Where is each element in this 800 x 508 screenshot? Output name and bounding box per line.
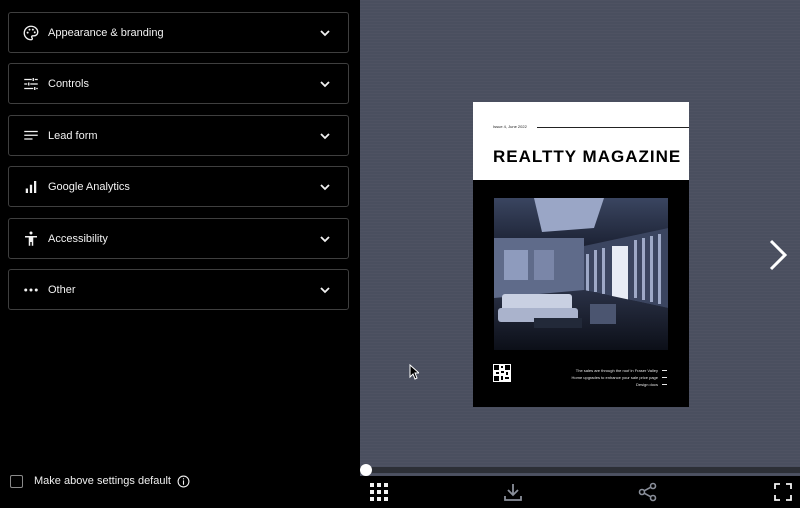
settings-panel: Appearance & branding Controls Lead form bbox=[0, 0, 360, 508]
section-label: Google Analytics bbox=[48, 181, 130, 193]
section-controls[interactable]: Controls bbox=[8, 63, 349, 104]
cover-headlines: The sales are through the roof in Fraser… bbox=[572, 367, 667, 388]
more-dots-icon bbox=[24, 288, 38, 292]
section-accessibility[interactable]: Accessibility bbox=[8, 218, 349, 259]
download-icon[interactable] bbox=[503, 482, 523, 502]
chevron-down-icon bbox=[320, 184, 330, 191]
flipbook-editor: Appearance & branding Controls Lead form bbox=[0, 0, 800, 508]
cover-header: Issue 4, June 2022 REALTTY MAGAZINE bbox=[473, 102, 689, 180]
section-label: Controls bbox=[48, 78, 89, 90]
fullscreen-icon[interactable] bbox=[773, 482, 793, 502]
sliders-icon bbox=[24, 78, 38, 90]
chevron-down-icon bbox=[320, 287, 330, 294]
section-google-analytics[interactable]: Google Analytics bbox=[8, 166, 349, 207]
chevron-down-icon bbox=[320, 236, 330, 243]
mouse-pointer-icon bbox=[409, 364, 419, 380]
cover-title: REALTTY MAGAZINE bbox=[493, 147, 682, 166]
default-settings-label[interactable]: Make above settings default bbox=[34, 475, 171, 487]
section-lead-form[interactable]: Lead form bbox=[8, 115, 349, 156]
viewer-toolbar bbox=[360, 476, 800, 508]
chevron-down-icon bbox=[320, 81, 330, 88]
grid-view-icon[interactable] bbox=[369, 482, 389, 502]
qr-code-icon bbox=[493, 364, 511, 382]
section-appearance-branding[interactable]: Appearance & branding bbox=[8, 12, 349, 53]
cover-issue: Issue 4, June 2022 bbox=[493, 124, 527, 129]
section-label: Other bbox=[48, 284, 76, 296]
palette-icon bbox=[23, 25, 39, 41]
section-label: Appearance & branding bbox=[48, 27, 164, 39]
chevron-down-icon bbox=[320, 30, 330, 37]
cover-headline: Design docs bbox=[572, 381, 667, 388]
cover-interior-photo bbox=[494, 198, 668, 350]
cover-rule bbox=[537, 127, 689, 128]
cover-headline: The sales are through the roof in Fraser… bbox=[572, 367, 667, 374]
share-icon[interactable] bbox=[638, 482, 658, 502]
form-lines-icon bbox=[24, 130, 38, 140]
accessibility-person-icon bbox=[25, 231, 37, 246]
section-other[interactable]: Other bbox=[8, 269, 349, 310]
next-page-arrow-icon[interactable] bbox=[767, 238, 789, 272]
cover-headline: Home upgrades to enhance your sale price… bbox=[572, 374, 667, 381]
magazine-cover-page[interactable]: Issue 4, June 2022 REALTTY MAGAZINE The … bbox=[473, 102, 689, 407]
info-icon[interactable] bbox=[177, 475, 190, 488]
bar-chart-icon bbox=[25, 181, 37, 193]
section-label: Accessibility bbox=[48, 233, 108, 245]
chevron-down-icon bbox=[320, 133, 330, 140]
default-settings-checkbox[interactable] bbox=[10, 474, 23, 488]
default-settings-row: Make above settings default bbox=[10, 472, 190, 490]
section-label: Lead form bbox=[48, 130, 98, 142]
page-progress-track[interactable] bbox=[360, 467, 800, 473]
page-progress-knob[interactable] bbox=[360, 464, 372, 476]
